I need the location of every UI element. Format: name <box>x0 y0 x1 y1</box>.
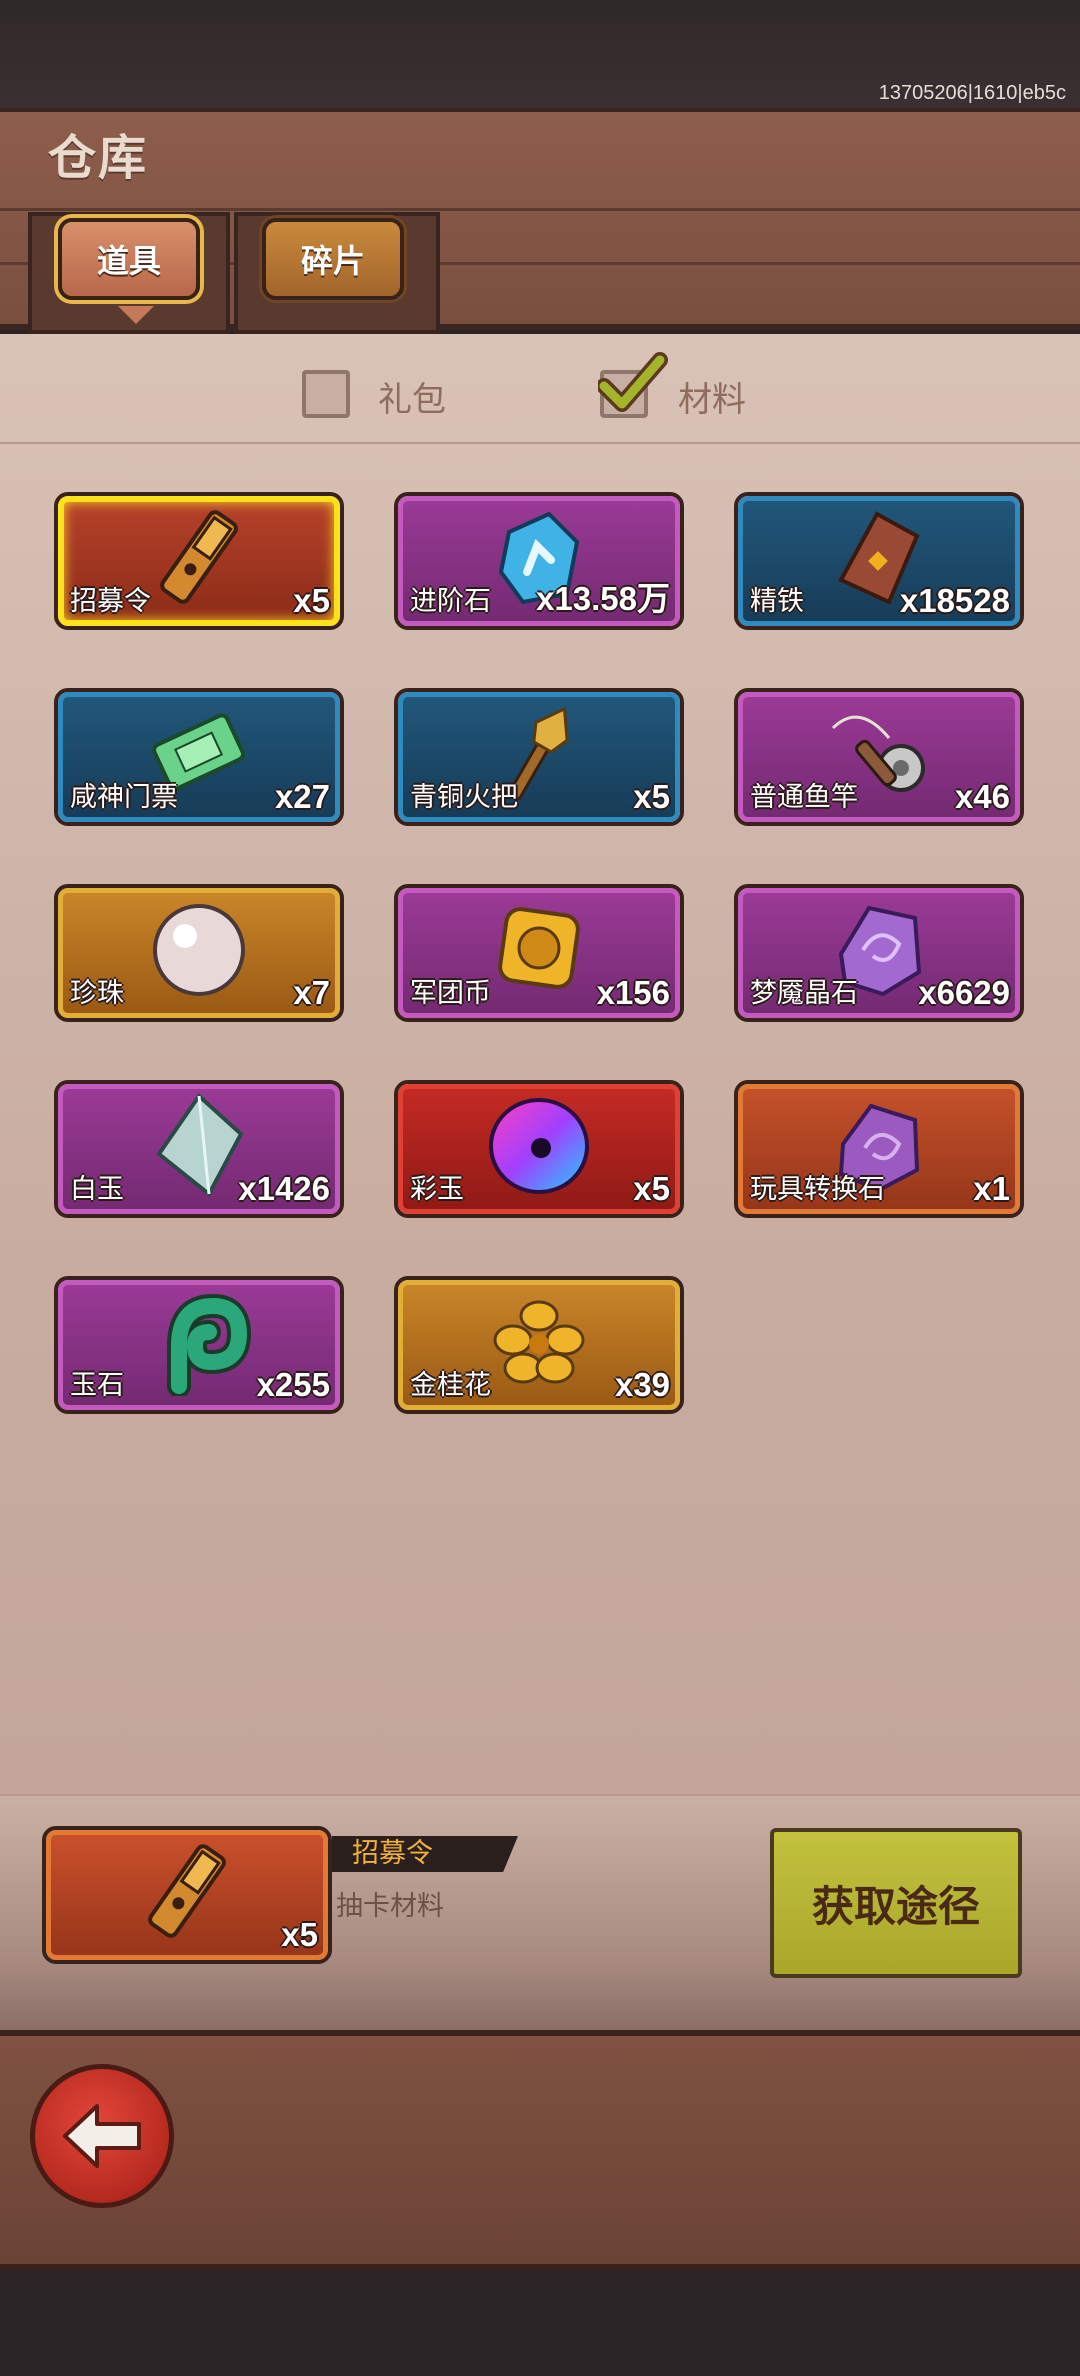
jade-stone-icon <box>167 1293 252 1396</box>
item-count: x5 <box>633 778 670 815</box>
item-card-golden-osmanthus[interactable]: 金桂花 x39 <box>394 1276 684 1414</box>
detail-item-desc: 抽卡材料 <box>336 1891 444 1922</box>
item-name: 玩具转换石 <box>750 1174 885 1205</box>
item-name: 白玉 <box>70 1174 124 1205</box>
item-name: 玉石 <box>70 1370 124 1401</box>
item-count: x255 <box>256 1366 330 1403</box>
page-title: 仓库 <box>48 130 149 186</box>
item-name: 青铜火把 <box>410 782 518 813</box>
item-count: x5 <box>293 582 330 619</box>
item-name: 梦魇晶石 <box>750 978 858 1009</box>
item-count: x6629 <box>918 974 1010 1011</box>
item-card-jade-stone[interactable]: 玉石 x255 <box>54 1276 344 1414</box>
material-filter-label: 材料 <box>678 380 746 420</box>
item-card-legion-coin[interactable]: 军团币 x156 <box>394 884 684 1022</box>
back-button[interactable] <box>30 2064 174 2208</box>
item-name: 珍珠 <box>70 978 124 1009</box>
recruit-token-icon <box>148 1844 226 1938</box>
system-bottom-band <box>0 2270 1080 2376</box>
recruit-token-icon <box>160 510 238 604</box>
detail-item-name: 招募令 <box>352 1838 433 1869</box>
checkmark-icon <box>598 352 668 412</box>
filter-bar: 礼包 材料 <box>0 334 1080 444</box>
item-card-fishing-rod[interactable]: 普通鱼竿 x46 <box>734 688 1024 826</box>
item-name: 招募令 <box>70 586 151 617</box>
build-tag: 13705206|1610|eb5c <box>878 82 1066 104</box>
item-count: x1 <box>973 1170 1010 1207</box>
active-tab-indicator <box>118 306 154 324</box>
item-card-white-jade[interactable]: 白玉 x1426 <box>54 1080 344 1218</box>
item-count: x156 <box>596 974 670 1011</box>
gift-checkbox[interactable] <box>302 370 350 418</box>
item-card-ticket[interactable]: 咸神门票 x27 <box>54 688 344 826</box>
rainbow-jade-icon <box>489 1098 589 1194</box>
item-count: x18528 <box>899 582 1010 619</box>
item-name: 精铁 <box>750 586 804 617</box>
item-card-pearl[interactable]: 珍珠 x7 <box>54 884 344 1022</box>
get-source-button[interactable]: 获取途径 <box>770 1828 1022 1978</box>
item-name: 彩玉 <box>410 1174 464 1205</box>
item-name: 普通鱼竿 <box>750 782 858 813</box>
item-count: x39 <box>614 1366 670 1403</box>
item-card-recruit-token[interactable]: 招募令 x5 <box>54 492 344 630</box>
item-count: x27 <box>274 778 330 815</box>
gift-filter-label: 礼包 <box>378 380 446 420</box>
legion-coin-icon <box>498 907 580 989</box>
item-name: 咸神门票 <box>70 782 178 813</box>
detail-item-card: x5 <box>42 1826 332 1964</box>
item-count: x5 <box>633 1170 670 1207</box>
item-card-rainbow-jade[interactable]: 彩玉 x5 <box>394 1080 684 1218</box>
detail-item-count: x5 <box>281 1916 318 1953</box>
golden-osmanthus-icon <box>493 1300 585 1384</box>
item-card-advance-stone[interactable]: 进阶石 x13.58万 <box>394 492 684 630</box>
item-name: 金桂花 <box>410 1370 491 1401</box>
tab-props[interactable]: 道具 <box>58 218 200 300</box>
item-card-toy-stone[interactable]: 玩具转换石 x1 <box>734 1080 1024 1218</box>
tab-shards[interactable]: 碎片 <box>262 218 404 300</box>
back-arrow-icon <box>63 2104 141 2168</box>
item-count: x1426 <box>238 1170 330 1207</box>
item-card-refined-iron[interactable]: 精铁 x18528 <box>734 492 1024 630</box>
item-card-nightmare-crystal[interactable]: 梦魇晶石 x6629 <box>734 884 1024 1022</box>
item-count: x7 <box>293 974 330 1011</box>
item-count: x13.58万 <box>536 580 670 617</box>
item-card-torch[interactable]: 青铜火把 x5 <box>394 688 684 826</box>
item-count: x46 <box>954 778 1010 815</box>
item-name: 进阶石 <box>410 586 491 617</box>
pearl-icon <box>153 904 245 996</box>
item-name: 军团币 <box>410 978 491 1009</box>
material-checkbox[interactable] <box>598 352 668 418</box>
